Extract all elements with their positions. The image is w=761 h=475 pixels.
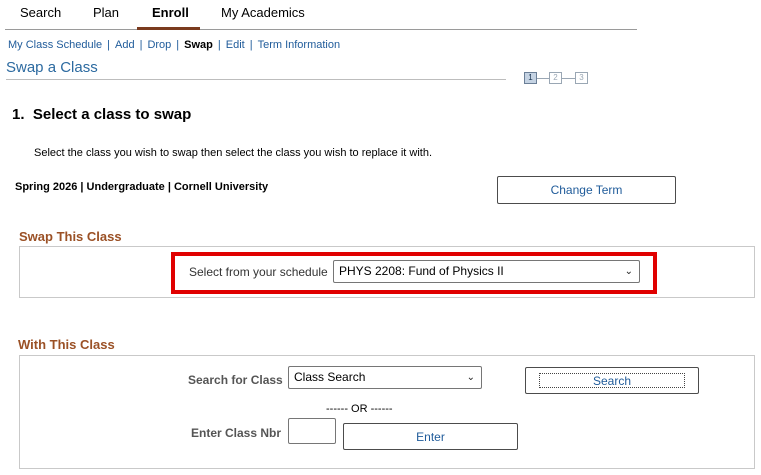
search-for-class-label: Search for Class (188, 373, 283, 387)
step-3-indicator: 3 (575, 72, 588, 84)
schedule-class-select[interactable]: PHYS 2208: Fund of Physics II ⌄ (333, 260, 640, 283)
term-info: Spring 2026 | Undergraduate | Cornell Un… (15, 181, 269, 193)
tab-my-academics[interactable]: My Academics (221, 5, 305, 20)
subnav-separator: | (249, 39, 253, 51)
schedule-select-value: PHYS 2208: Fund of Physics II (339, 264, 504, 278)
subnav-separator: | (139, 39, 143, 51)
step-2-indicator: 2 (549, 72, 562, 84)
search-button[interactable]: Search (525, 367, 699, 394)
chevron-down-icon: ⌄ (624, 266, 633, 277)
section-heading: 1. Select a class to swap (12, 106, 192, 123)
tab-search[interactable]: Search (20, 5, 61, 20)
subnav-separator: | (107, 39, 111, 51)
class-search-select[interactable]: Class Search ⌄ (288, 366, 482, 389)
tab-enroll[interactable]: Enroll (152, 5, 189, 20)
step-connector (562, 78, 575, 79)
enroll-subnav: My Class Schedule | Add | Drop | Swap | Edit | Ter… (8, 39, 340, 51)
instruction-text: Select the class you wish to swap then s… (34, 147, 433, 159)
or-separator: ------ OR ------ (326, 403, 393, 415)
tab-bar-divider (5, 29, 637, 30)
subnav-separator: | (217, 39, 221, 51)
step-1-indicator: 1 (524, 72, 537, 84)
page-title: Swap a Class (6, 59, 98, 76)
chevron-down-icon: ⌄ (466, 372, 475, 383)
enter-button[interactable]: Enter (343, 423, 518, 450)
link-drop[interactable]: Drop (147, 39, 171, 51)
class-search-select-value: Class Search (294, 370, 366, 384)
link-term-information[interactable]: Term Information (258, 39, 341, 51)
subnav-current-swap: Swap (184, 39, 213, 51)
link-add[interactable]: Add (115, 39, 135, 51)
link-edit[interactable]: Edit (226, 39, 245, 51)
schedule-select-label: Select from your schedule (189, 265, 328, 279)
subnav-separator: | (176, 39, 180, 51)
change-term-button[interactable]: Change Term (497, 176, 676, 204)
tab-plan[interactable]: Plan (93, 5, 119, 20)
swap-section-label: Swap This Class (19, 229, 122, 244)
search-button-label: Search (592, 373, 632, 388)
active-tab-indicator (137, 27, 200, 30)
class-nbr-input[interactable] (288, 418, 336, 444)
with-section-label: With This Class (18, 337, 115, 352)
class-nbr-label: Enter Class Nbr (191, 426, 282, 440)
link-my-class-schedule[interactable]: My Class Schedule (8, 39, 102, 51)
title-divider (6, 79, 506, 80)
